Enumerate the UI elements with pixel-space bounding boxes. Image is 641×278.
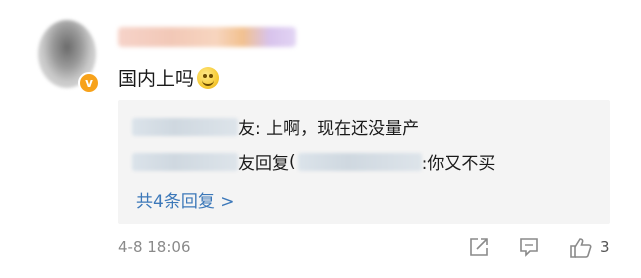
like-icon[interactable] (568, 236, 594, 260)
smile-emoji-icon (197, 66, 220, 89)
reply-item[interactable]: 友: 上啊，现在还没量产 (132, 114, 419, 139)
username-blurred[interactable] (118, 27, 296, 47)
verified-badge-icon: v (78, 72, 100, 94)
reply-username-blurred[interactable] (132, 152, 238, 171)
comment-footer: 4-8 18:06 3 (118, 236, 618, 260)
timestamp: 4-8 18:06 (118, 238, 191, 256)
reply-paren: ( (289, 151, 296, 172)
view-all-replies-link[interactable]: 共4条回复 > (136, 187, 234, 212)
reply-box[interactable]: 友: 上啊，现在还没量产 友回复 ( :你又不买 共4条回复 > (118, 100, 610, 224)
reply-text: 友: 上啊，现在还没量产 (238, 119, 420, 139)
reply-target-blurred[interactable] (297, 152, 422, 171)
user-avatar[interactable]: v (38, 20, 100, 94)
comment-text: 国内上吗 (118, 68, 195, 90)
reply-text: :你又不买 (421, 154, 496, 174)
reply-username-blurred[interactable] (132, 117, 238, 136)
comment-icon[interactable] (518, 236, 540, 258)
reply-item[interactable]: 友回复 ( :你又不买 (132, 149, 495, 174)
share-icon[interactable] (468, 236, 490, 258)
comment-body: 国内上吗 (118, 64, 220, 91)
like-count: 3 (600, 238, 610, 256)
reply-to-label: 友回复 (238, 154, 289, 174)
